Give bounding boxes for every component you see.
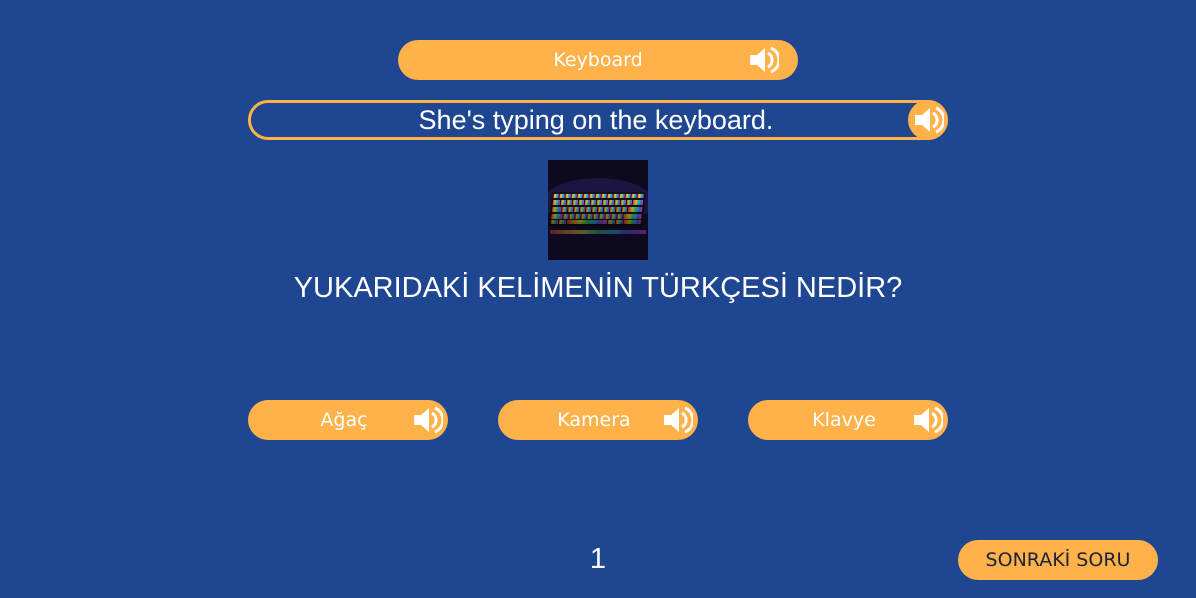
answer-option-agac[interactable]: Ağaç [248, 400, 448, 440]
sentence-label: She's typing on the keyboard. [418, 104, 774, 135]
answer-label: Kamera [557, 409, 631, 431]
word-label: Keyboard [553, 49, 643, 71]
next-question-button[interactable]: SONRAKİ SORU [958, 540, 1158, 580]
speaker-icon[interactable] [908, 401, 946, 439]
speaker-icon[interactable] [408, 401, 446, 439]
question-counter: 1 [589, 543, 607, 575]
answer-label: Klavye [812, 409, 876, 431]
word-speaker-icon[interactable] [744, 41, 782, 79]
answer-label: Ağaç [320, 409, 368, 431]
next-button-label: SONRAKİ SORU [985, 549, 1131, 571]
answer-option-kamera[interactable]: Kamera [498, 400, 698, 440]
keyboard-image [548, 160, 648, 260]
rgb-keyboard-picture [548, 160, 648, 260]
answer-option-klavye[interactable]: Klavye [748, 400, 948, 440]
speaker-icon[interactable] [658, 401, 696, 439]
word-button[interactable]: Keyboard [398, 40, 798, 80]
sentence-box: She's typing on the keyboard. [248, 100, 948, 140]
sentence-speaker-icon[interactable] [908, 100, 948, 140]
question-text: YUKARIDAKİ KELİMENİN TÜRKÇESİ NEDİR? [293, 272, 903, 304]
